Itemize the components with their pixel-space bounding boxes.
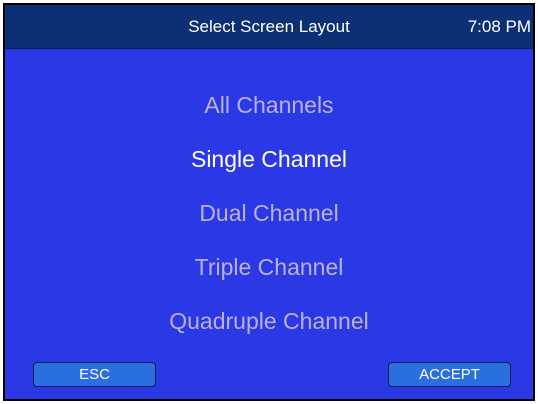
accept-button[interactable]: ACCEPT <box>388 362 511 387</box>
title-bar: Select Screen Layout 7:08 PM <box>5 5 533 49</box>
clock: 7:08 PM <box>467 17 531 36</box>
menu-item-quadruple-channel[interactable]: Quadruple Channel <box>5 294 533 348</box>
device-frame: Select Screen Layout 7:08 PM All Channel… <box>0 0 538 404</box>
menu-item-dual-channel[interactable]: Dual Channel <box>5 186 533 240</box>
menu-item-triple-channel[interactable]: Triple Channel <box>5 240 533 294</box>
layout-selection-screen: Select Screen Layout 7:08 PM All Channel… <box>3 3 535 401</box>
menu-item-single-channel[interactable]: Single Channel <box>5 132 533 186</box>
esc-button[interactable]: ESC <box>33 362 156 387</box>
menu-item-all-channels[interactable]: All Channels <box>5 78 533 132</box>
screen-title: Select Screen Layout <box>188 17 350 36</box>
layout-menu: All Channels Single Channel Dual Channel… <box>5 78 533 348</box>
